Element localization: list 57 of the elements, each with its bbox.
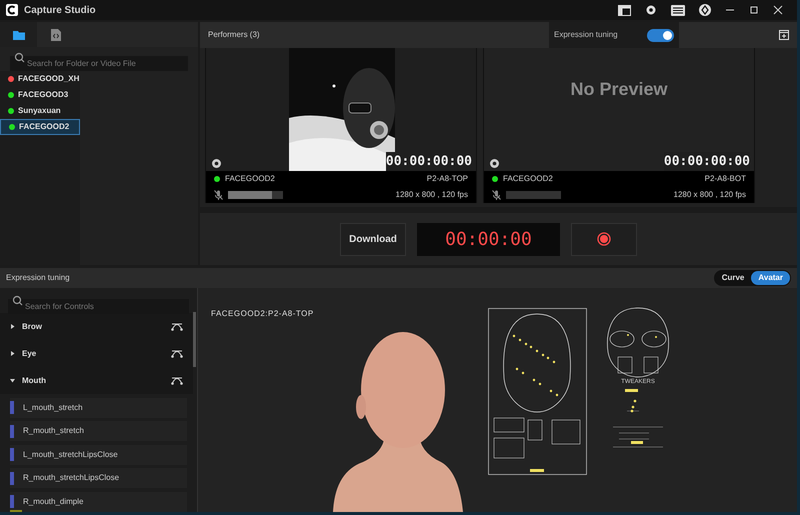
control-row[interactable]: L_mouth_stretchLipsClose	[10, 444, 187, 464]
performer-list-item[interactable]: Sunyaxuan	[0, 103, 80, 119]
performer-name: FACEGOOD2	[225, 173, 275, 185]
toggle-label: Expression tuning	[554, 29, 619, 41]
control-row[interactable]: R_mouth_dimple	[10, 492, 187, 512]
view-mode-tab[interactable]: Avatar	[751, 271, 790, 285]
panel-title: Expression tuning	[6, 272, 70, 284]
control-row[interactable]: L_mouth_stretch	[10, 398, 187, 418]
record-button[interactable]	[571, 222, 637, 256]
maximize-icon[interactable]	[749, 5, 759, 15]
group-row[interactable]: Eye	[0, 340, 193, 367]
expand-caret-icon	[10, 324, 15, 329]
performer-name: FACEGOOD2	[503, 173, 553, 185]
performer-list-item[interactable]: FACEGOOD3	[0, 87, 80, 103]
control-row[interactable]: R_mouth_stretchLipsClose	[10, 468, 187, 488]
no-preview-text: No Preview	[570, 78, 668, 101]
video-format: 1280 x 800 , 120 fps	[674, 189, 746, 201]
window-title: Capture Studio	[24, 4, 96, 18]
toggle-switch[interactable]	[647, 28, 674, 42]
search-field[interactable]: Search for Folder or Video File	[10, 56, 188, 71]
collapse-caret-icon	[10, 378, 15, 383]
recording-timer: 00:00:00	[417, 222, 560, 256]
muted-microphone-icon	[214, 190, 223, 200]
scrollbar-thumb[interactable]	[193, 312, 196, 367]
view-mode-tab[interactable]: Curve	[714, 271, 752, 285]
muted-microphone-icon	[492, 190, 501, 200]
camera-name: P2-A8-TOP	[426, 173, 468, 185]
bezier-curve-icon	[171, 349, 183, 358]
timecode: 00:00:00:00	[386, 152, 472, 171]
performer-list-item[interactable]: FACEGOOD_XH	[0, 71, 80, 87]
panel-title: Performers (3)	[208, 29, 260, 41]
app-logo-icon	[6, 4, 18, 16]
performer-list-item[interactable]: FACEGOOD2	[0, 119, 80, 135]
settings-icon[interactable]	[645, 4, 657, 16]
search-icon	[12, 295, 23, 306]
download-button[interactable]: Download	[340, 222, 406, 256]
expand-caret-icon	[10, 351, 15, 356]
file-icon	[50, 28, 60, 40]
control-row[interactable]: R_mouth_stretch	[10, 421, 187, 441]
settings-icon[interactable]	[211, 158, 222, 169]
bezier-curve-icon	[171, 376, 183, 385]
camera-name: P2-A8-BOT	[704, 173, 746, 185]
bezier-curve-icon	[171, 322, 183, 331]
video-format: 1280 x 800 , 120 fps	[396, 189, 468, 201]
layout-icon[interactable]	[618, 4, 631, 16]
search-field[interactable]: Search for Controls	[8, 299, 189, 314]
folder-icon	[12, 30, 24, 40]
diamond-icon[interactable]	[699, 4, 711, 16]
search-icon	[14, 52, 25, 63]
group-row[interactable]: Mouth	[0, 367, 193, 394]
sidebar-tab[interactable]	[0, 22, 37, 47]
viewport-label: FACEGOOD2:P2-A8-TOP	[211, 308, 314, 320]
record-icon	[597, 232, 611, 246]
group-row[interactable]: Brow	[0, 313, 193, 340]
add-panel-icon[interactable]	[779, 30, 789, 40]
close-icon[interactable]	[773, 5, 783, 15]
settings-icon[interactable]	[489, 158, 500, 169]
